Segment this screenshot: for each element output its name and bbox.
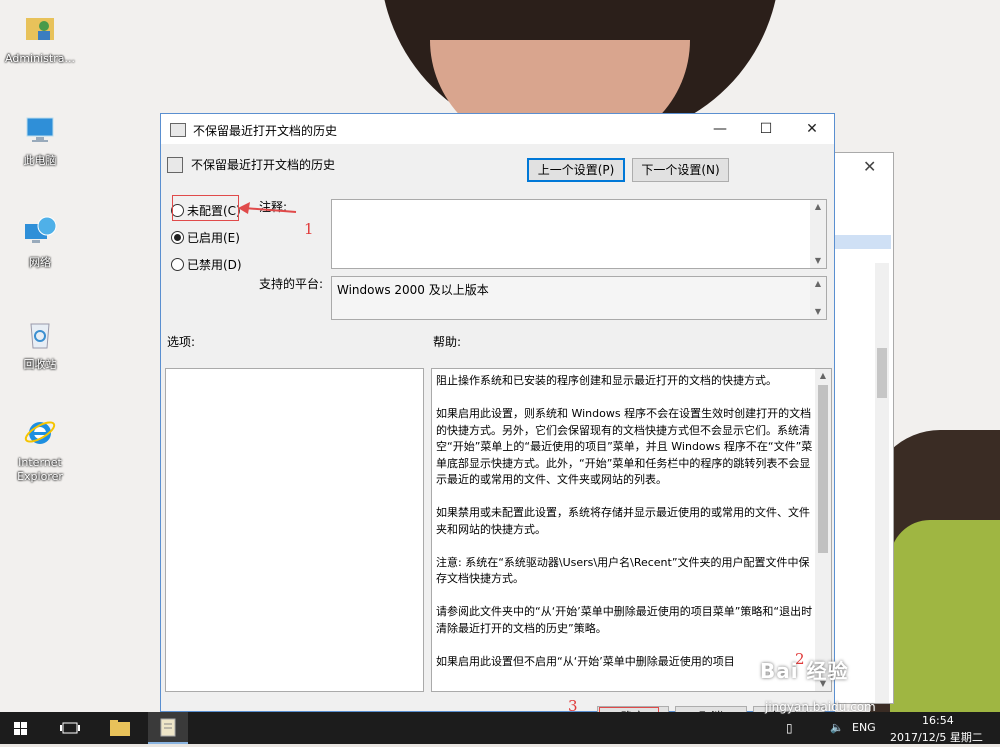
help-scroll-thumb[interactable]: [818, 385, 828, 553]
comment-field[interactable]: ▲ ▼: [331, 199, 827, 269]
wallpaper-photo-sweater: [890, 520, 1000, 712]
group-policy-taskbar-button[interactable]: [148, 712, 188, 744]
desktop-icon-internet-explorer[interactable]: Internet Explorer: [2, 414, 78, 484]
title-bar[interactable]: 不保留最近打开文档的历史 — ☐ ✕: [161, 114, 834, 144]
minimize-icon: —: [713, 121, 727, 137]
scroll-up-icon[interactable]: ▲: [815, 369, 831, 383]
clock-date[interactable]: 2017/12/5 星期二: [890, 729, 983, 745]
background-window-selection: [833, 235, 891, 249]
platform-scrollbar[interactable]: ▲ ▼: [810, 277, 826, 319]
clock-time[interactable]: 16:54: [922, 714, 954, 727]
task-view-icon: [60, 722, 80, 734]
policy-icon: [170, 123, 186, 137]
next-setting-button[interactable]: 下一个设置(N): [632, 158, 729, 182]
help-panel: 阻止操作系统和已安装的程序创建和显示最近打开的文档的快捷方式。 如果启用此设置，…: [431, 368, 832, 692]
help-paragraph: 注意: 系统在“系统驱动器\Users\用户名\Recent”文件夹的用户配置文…: [436, 555, 810, 586]
folder-icon: [110, 720, 130, 736]
help-paragraph: 如果禁用或未配置此设置，系统将存储并显示最近使用的或常用的文件、文件夹和网站的快…: [436, 506, 810, 536]
computer-icon: [26, 117, 54, 142]
close-icon: ✕: [806, 121, 818, 137]
platform-value: Windows 2000 及以上版本: [337, 283, 489, 297]
start-button[interactable]: [0, 712, 40, 744]
help-text: 阻止操作系统和已安装的程序创建和显示最近打开的文档的快捷方式。 如果启用此设置，…: [436, 373, 814, 687]
policy-header-title: 不保留最近打开文档的历史: [191, 158, 336, 172]
background-window-scrollbar[interactable]: [875, 263, 889, 703]
help-label: 帮助:: [433, 335, 462, 349]
people-icon[interactable]: ▯: [786, 721, 793, 735]
desktop-icon-administrator[interactable]: Administra...: [2, 10, 78, 66]
window-title: 不保留最近打开文档的历史: [193, 124, 338, 138]
network-icon: [25, 216, 57, 243]
scroll-down-icon[interactable]: ▼: [810, 305, 826, 319]
baidu-watermark: Bai 经验: [760, 659, 849, 683]
annotation-number-1: 1: [304, 220, 314, 238]
file-explorer-button[interactable]: [100, 712, 140, 744]
scroll-up-icon[interactable]: ▲: [810, 277, 826, 291]
maximize-button[interactable]: ☐: [743, 114, 789, 144]
maximize-icon: ☐: [759, 121, 773, 137]
desktop-icon-this-pc[interactable]: 此电脑: [2, 112, 78, 168]
help-scrollbar[interactable]: ▲ ▼: [815, 369, 831, 691]
desktop-icon-recycle-bin[interactable]: 回收站: [2, 316, 78, 372]
options-label: 选项:: [167, 335, 196, 349]
policy-icon: [167, 157, 183, 173]
desktop-icon-label: 回收站: [23, 358, 57, 371]
radio-circle: [171, 258, 184, 271]
language-indicator[interactable]: ENG: [852, 721, 876, 734]
radio-label: 已启用(E): [187, 231, 240, 245]
internet-explorer-icon: [24, 421, 56, 444]
windows-logo-icon: [14, 722, 27, 735]
comment-scrollbar[interactable]: ▲ ▼: [810, 200, 826, 268]
platform-field: Windows 2000 及以上版本 ▲ ▼: [331, 276, 827, 320]
minimize-button[interactable]: —: [697, 114, 743, 144]
scroll-up-icon[interactable]: ▲: [810, 200, 826, 214]
recycle-bin-icon: [30, 323, 50, 349]
task-view-button[interactable]: [50, 712, 90, 744]
scroll-down-icon[interactable]: ▼: [810, 254, 826, 268]
desktop-icon-network[interactable]: 网络: [2, 214, 78, 270]
taskbar: ▯ 🔈 ENG 16:54 2017/12/5 星期二: [0, 712, 1000, 744]
help-paragraph: 请参阅此文件夹中的“从‘开始’菜单中删除最近使用的项目菜单”策略和“退出时清除最…: [436, 605, 813, 635]
radio-selected-dot: [174, 234, 181, 241]
previous-setting-button[interactable]: 上一个设置(P): [527, 158, 625, 182]
desktop-icon-label: 此电脑: [23, 154, 57, 167]
radio-label: 已禁用(D): [187, 258, 242, 272]
close-button[interactable]: ✕: [789, 114, 835, 144]
background-window-scroll-thumb[interactable]: [877, 348, 887, 398]
help-paragraph: 阻止操作系统和已安装的程序创建和显示最近打开的文档的快捷方式。: [436, 374, 777, 387]
policy-editor-icon: [160, 718, 176, 737]
options-panel: [165, 368, 424, 692]
platform-label: 支持的平台:: [259, 277, 324, 291]
help-paragraph: 如果启用此设置但不启用“从‘开始’菜单中删除最近使用的项目: [436, 654, 735, 668]
annotation-highlight-box: [172, 195, 239, 221]
desktop-icon-label: 网络: [29, 256, 51, 269]
volume-icon[interactable]: 🔈: [830, 721, 844, 734]
desktop-icon-label: Administra...: [5, 52, 75, 65]
desktop-icon-label: Internet Explorer: [17, 456, 63, 483]
user-folder-icon: [26, 18, 54, 40]
baidu-watermark-url: jingyan.baidu.com: [765, 700, 876, 714]
annotation-arrow-1: [238, 202, 297, 214]
close-icon[interactable]: ✕: [863, 157, 876, 176]
help-paragraph: 如果启用此设置，则系统和 Windows 程序不会在设置生效时创建打开的文档的快…: [436, 407, 813, 486]
